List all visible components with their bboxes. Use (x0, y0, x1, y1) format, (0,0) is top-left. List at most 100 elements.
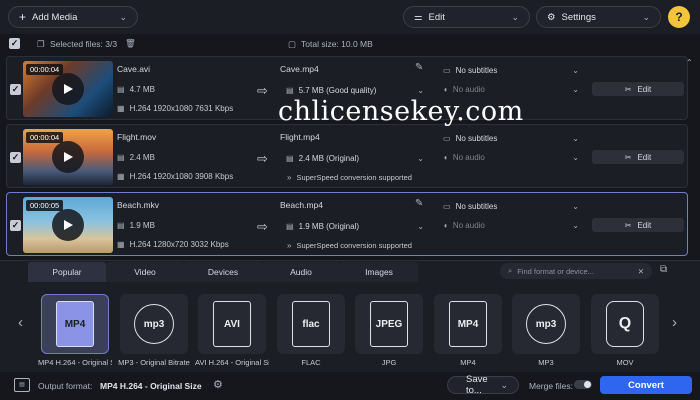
select-all-checkbox[interactable]: ✓ (9, 38, 20, 49)
format-label: MOV (616, 358, 634, 367)
quicktime-icon: Q (606, 301, 644, 347)
merge-files-toggle[interactable] (574, 380, 592, 389)
file-icon: ▤ (286, 85, 294, 95)
settings-button[interactable]: ⚙ Settings ⌄ (536, 6, 661, 28)
file-checkbox[interactable]: ✓ (10, 220, 21, 231)
speech-bubble-icon: ▭ (443, 133, 451, 143)
close-icon[interactable]: ✕ (638, 267, 644, 276)
rename-pencil-icon[interactable]: ✎ (415, 62, 423, 73)
formats-prev-arrow-icon[interactable]: ‹ (18, 314, 23, 331)
add-media-button[interactable]: + Add Media ⌄ (8, 6, 138, 28)
video-thumbnail[interactable]: 00:00:04 (23, 61, 113, 117)
tab-audio[interactable]: Audio (262, 262, 340, 282)
format-tile-mp3-original[interactable]: mp3 (120, 294, 188, 354)
lightning-icon: » (287, 173, 292, 182)
video-thumbnail[interactable]: 00:00:05 (23, 197, 113, 253)
source-size: ▤ 4.7 MB (117, 85, 155, 94)
chevron-down-icon: ⌄ (119, 11, 127, 22)
subtitles-dropdown[interactable]: ▭ No subtitles ⌄ (437, 198, 585, 214)
duration-badge: 00:00:04 (26, 64, 64, 75)
speech-bubble-icon: ▭ (443, 65, 451, 75)
edit-file-button[interactable]: ✂ Edit (592, 82, 684, 96)
rename-pencil-icon[interactable]: ✎ (415, 198, 423, 209)
help-button[interactable]: ? (668, 6, 690, 28)
play-icon[interactable] (52, 209, 84, 241)
format-label: FLAC (301, 358, 321, 367)
format-label: MP4 (460, 358, 476, 367)
edit-menu-button[interactable]: ⚌ Edit ⌄ (403, 6, 530, 28)
tab-video[interactable]: Video (106, 262, 184, 282)
convert-arrow-icon: ⇨ (257, 219, 268, 234)
format-search-input[interactable]: ⌕ Find format or device... ✕ (500, 263, 652, 279)
mp3-file-icon: mp3 (134, 304, 174, 344)
edit-file-button[interactable]: ✂ Edit (592, 150, 684, 164)
duration-badge: 00:00:05 (26, 200, 64, 211)
file-size-icon: ▢ (288, 39, 297, 49)
video-thumbnail[interactable]: 00:00:04 (23, 129, 113, 185)
audio-dropdown[interactable]: ◖ No audio ⌄ (437, 217, 585, 233)
trash-icon[interactable]: 🗑 (125, 38, 136, 49)
output-filename: Beach.mp4 (280, 200, 323, 210)
total-size: Total size: 10.0 MB (301, 39, 373, 49)
mp4-file-icon: MP4 (56, 301, 94, 347)
edit-label: Edit (428, 11, 445, 23)
search-placeholder: Find format or device... (517, 266, 594, 276)
tab-popular[interactable]: Popular (28, 262, 106, 282)
source-codec: ▦ H.264 1280x720 3032 Kbps (117, 240, 229, 249)
format-tile-jpg[interactable]: JPEG (355, 294, 423, 354)
audio-icon: ◖ (443, 152, 448, 162)
output-quality-dropdown[interactable]: ▤ 2.4 MB (Original) ⌄ (280, 150, 430, 166)
mp3-file-icon: mp3 (526, 304, 566, 344)
avi-file-icon: AVI (213, 301, 251, 347)
chevron-down-icon: ⌄ (572, 152, 579, 162)
chevron-down-icon: ⌄ (500, 379, 508, 390)
source-size: ▤ 2.4 MB (117, 153, 155, 162)
chevron-down-icon: ⌄ (642, 11, 650, 22)
formats-next-arrow-icon[interactable]: › (672, 314, 677, 331)
format-tile-avi[interactable]: AVI (198, 294, 266, 354)
subtitles-dropdown[interactable]: ▭ No subtitles ⌄ (437, 62, 585, 78)
play-icon[interactable] (52, 141, 84, 173)
file-checkbox[interactable]: ✓ (10, 84, 21, 95)
merge-files-label: Merge files: (529, 381, 573, 391)
tab-images[interactable]: Images (340, 262, 418, 282)
source-filename: Cave.avi (117, 64, 151, 74)
output-format-label: Output format: (38, 381, 93, 391)
output-format-value: MP4 H.264 - Original Size (100, 381, 202, 391)
top-toolbar: + Add Media ⌄ ⚌ Edit ⌄ ⚙ Settings ⌄ ? (0, 0, 700, 34)
format-tile-mp4[interactable]: MP4 (434, 294, 502, 354)
help-label: ? (675, 10, 683, 24)
film-icon: ▦ (117, 172, 125, 181)
save-to-button[interactable]: Save to... ⌄ (447, 374, 519, 396)
scissors-icon: ✂ (624, 220, 632, 230)
speech-bubble-icon: ▭ (443, 201, 451, 211)
format-tile-mp4-h264[interactable]: MP4 (41, 294, 109, 354)
output-filename: Cave.mp4 (280, 64, 319, 74)
format-tile-mov[interactable]: Q (591, 294, 659, 354)
format-tile-flac[interactable]: flac (277, 294, 345, 354)
scroll-up-icon[interactable]: ⌃ (686, 58, 693, 67)
tab-devices[interactable]: Devices (184, 262, 262, 282)
format-tile-mp3[interactable]: mp3 (512, 294, 580, 354)
format-settings-icon[interactable]: ⧉ (660, 264, 667, 275)
selected-files-count: Selected files: 3/3 (50, 39, 118, 49)
file-card-flight[interactable]: ✓ 00:00:04 Flight.mov ▤ 2.4 MB ▦ H.264 192… (6, 124, 688, 188)
output-settings-gear-icon[interactable]: ⚙ (213, 378, 223, 391)
edit-file-button[interactable]: ✂ Edit (592, 218, 684, 232)
source-codec: ▦ H.264 1920x1080 7631 Kbps (117, 104, 234, 113)
format-label: JPG (381, 358, 397, 367)
play-icon[interactable] (52, 73, 84, 105)
scissors-icon: ✂ (624, 84, 632, 94)
duration-badge: 00:00:04 (26, 132, 64, 143)
chevron-down-icon: ⌄ (511, 11, 519, 22)
convert-button[interactable]: Convert (600, 376, 692, 394)
subtitles-dropdown[interactable]: ▭ No subtitles ⌄ (437, 130, 585, 146)
file-checkbox[interactable]: ✓ (10, 152, 21, 163)
file-card-beach[interactable]: ✓ 00:00:05 Beach.mkv ▤ 1.9 MB ▦ H.264 1280… (6, 192, 688, 256)
audio-dropdown[interactable]: ◖ No audio ⌄ (437, 149, 585, 165)
toggle-knob (584, 381, 591, 388)
output-quality-dropdown[interactable]: ▤ 1.9 MB (Original) ⌄ (280, 218, 430, 234)
audio-dropdown[interactable]: ◖ No audio ⌄ (437, 81, 585, 97)
format-label: AVI H.264 - Original Size (195, 358, 269, 367)
source-filename: Flight.mov (117, 132, 157, 142)
